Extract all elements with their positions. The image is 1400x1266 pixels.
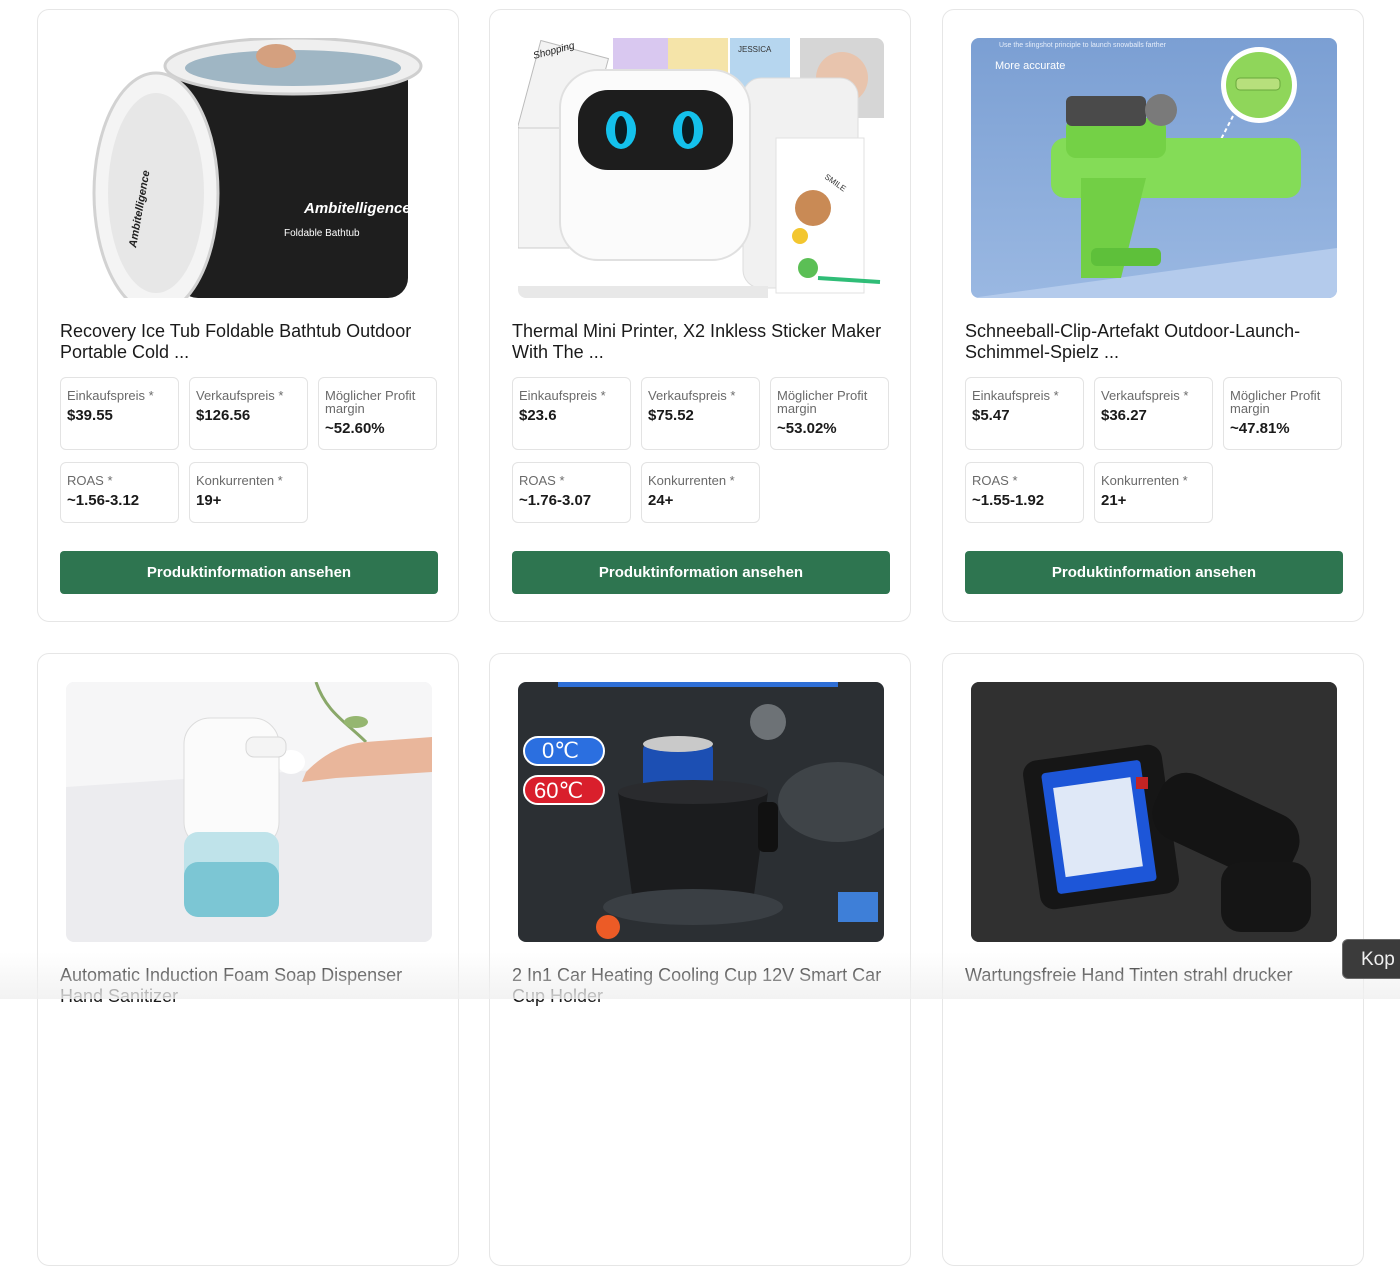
roas-box: ROAS * ~1.56-3.12 [60, 462, 179, 523]
product-card: Use the slingshot principle to launch sn… [942, 9, 1364, 622]
hot-temp-label: 60℃ [534, 778, 583, 803]
roas-value: ~1.55-1.92 [972, 492, 1045, 509]
profit-margin-value: ~47.81% [1230, 420, 1290, 437]
product-card: Wartungsfreie Hand Tinten strahl drucker [942, 653, 1364, 1266]
launcher-caption: Use the slingshot principle to launch sn… [999, 42, 1167, 49]
purchase-price-value: $39.55 [67, 407, 113, 424]
profit-margin-value: ~53.02% [777, 420, 837, 437]
purchase-price-label: Einkaufspreis * [519, 388, 606, 403]
launcher-tagline: More accurate [995, 60, 1065, 72]
sale-price-box: Verkaufspreis * $36.27 [1094, 377, 1213, 450]
profit-margin-label-2: margin [325, 401, 365, 416]
profit-margin-box: Möglicher Profit margin ~47.81% [1223, 377, 1342, 450]
profit-margin-label-2: margin [777, 401, 817, 416]
sale-price-label: Verkaufspreis * [648, 388, 736, 403]
product-image-ice-tub[interactable]: Ambitelligence Foldable Bathtub Ambitell… [66, 38, 432, 298]
product-card: Ambitelligence Foldable Bathtub Ambitell… [37, 9, 459, 622]
product-title[interactable]: 2 In1 Car Heating Cooling Cup 12V Smart … [512, 965, 892, 1007]
bathtub-name-text: Foldable Bathtub [284, 228, 360, 239]
view-product-info-button[interactable]: Produktinformation ansehen [512, 551, 890, 594]
purchase-price-label: Einkaufspreis * [67, 388, 154, 403]
competitors-label: Konkurrenten * [648, 473, 735, 488]
sale-price-box: Verkaufspreis * $126.56 [189, 377, 308, 450]
product-image-car-cup[interactable]: 0℃ 60℃ [518, 682, 884, 942]
competitors-value: 19+ [196, 492, 222, 509]
sale-price-label: Verkaufspreis * [196, 388, 284, 403]
sale-price-value: $126.56 [196, 407, 251, 424]
product-title[interactable]: Schneeball-Clip-Artefakt Outdoor-Launch-… [965, 321, 1345, 363]
purchase-price-label: Einkaufspreis * [972, 388, 1059, 403]
product-image-handheld-inkjet-printer[interactable] [971, 682, 1337, 942]
cold-temp-label: 0℃ [542, 738, 579, 763]
sale-price-label: Verkaufspreis * [1101, 388, 1189, 403]
product-image-mini-printer[interactable]: Shopping JESSICA SMILE [518, 38, 884, 298]
roas-box: ROAS * ~1.55-1.92 [965, 462, 1084, 523]
purchase-price-box: Einkaufspreis * $23.6 [512, 377, 631, 450]
roas-value: ~1.76-3.07 [519, 492, 592, 509]
bathtub-brand-text: Ambitelligence [303, 200, 411, 217]
competitors-value: 21+ [1101, 492, 1127, 509]
product-card: Shopping JESSICA SMILE Thermal Mini Prin… [489, 9, 911, 622]
roas-label: ROAS * [67, 473, 113, 488]
product-title[interactable]: Recovery Ice Tub Foldable Bathtub Outdoo… [60, 321, 440, 363]
view-product-info-button[interactable]: Produktinformation ansehen [60, 551, 438, 594]
purchase-price-value: $23.6 [519, 407, 557, 424]
product-title[interactable]: Automatic Induction Foam Soap Dispenser … [60, 965, 440, 1007]
sale-price-box: Verkaufspreis * $75.52 [641, 377, 760, 450]
competitors-box: Konkurrenten * 21+ [1094, 462, 1213, 523]
product-card: Automatic Induction Foam Soap Dispenser … [37, 653, 459, 1266]
roas-label: ROAS * [972, 473, 1018, 488]
competitors-box: Konkurrenten * 24+ [641, 462, 760, 523]
roas-box: ROAS * ~1.76-3.07 [512, 462, 631, 523]
product-image-snowball-launcher[interactable]: Use the slingshot principle to launch sn… [971, 38, 1337, 298]
competitors-value: 24+ [648, 492, 674, 509]
purchase-price-box: Einkaufspreis * $5.47 [965, 377, 1084, 450]
sale-price-value: $75.52 [648, 407, 694, 424]
profit-margin-box: Möglicher Profit margin ~53.02% [770, 377, 889, 450]
competitors-box: Konkurrenten * 19+ [189, 462, 308, 523]
product-image-soap-dispenser[interactable] [66, 682, 432, 942]
competitors-label: Konkurrenten * [196, 473, 283, 488]
purchase-price-value: $5.47 [972, 407, 1010, 424]
product-title[interactable]: Wartungsfreie Hand Tinten strahl drucker [965, 965, 1345, 986]
profit-margin-label-2: margin [1230, 401, 1270, 416]
product-card: 0℃ 60℃ 2 In1 Car Heating Cooling Cup 12V… [489, 653, 911, 1266]
sale-price-value: $36.27 [1101, 407, 1147, 424]
competitors-label: Konkurrenten * [1101, 473, 1188, 488]
copy-popup-button[interactable]: Kop [1342, 939, 1400, 979]
purchase-price-box: Einkaufspreis * $39.55 [60, 377, 179, 450]
profit-margin-box: Möglicher Profit margin ~52.60% [318, 377, 437, 450]
profit-margin-value: ~52.60% [325, 420, 385, 437]
roas-value: ~1.56-3.12 [67, 492, 140, 509]
jessica-label: JESSICA [738, 45, 772, 54]
view-product-info-button[interactable]: Produktinformation ansehen [965, 551, 1343, 594]
roas-label: ROAS * [519, 473, 565, 488]
product-title[interactable]: Thermal Mini Printer, X2 Inkless Sticker… [512, 321, 892, 363]
